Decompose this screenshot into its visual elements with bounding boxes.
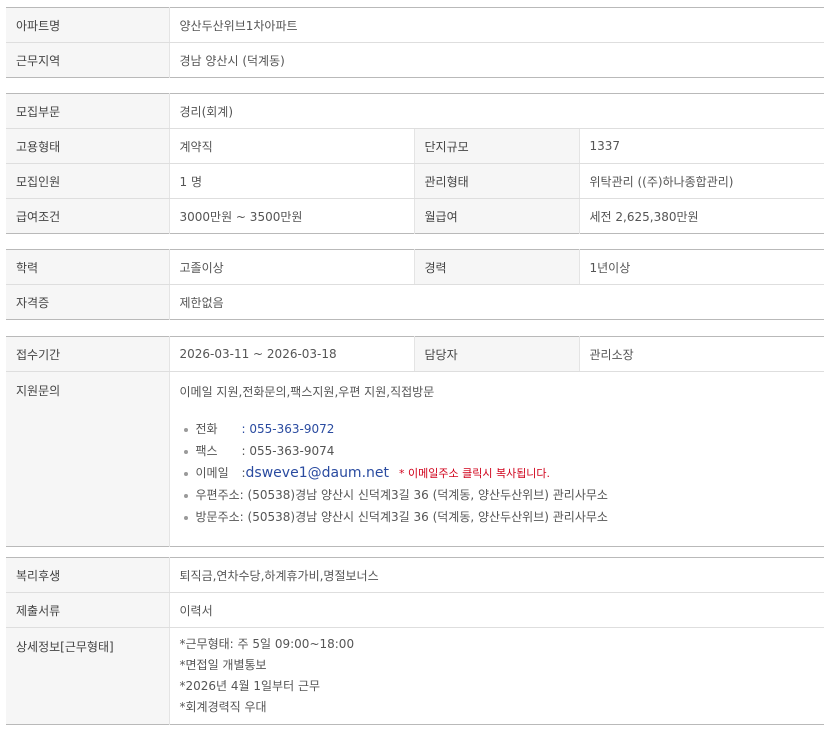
detail-value: *근무형태: 주 5일 09:00~18:00 *면접일 개별통보 *2026년… (169, 627, 824, 725)
employment-type-label: 고용형태 (6, 128, 170, 164)
application-period-label: 접수기간 (6, 336, 170, 372)
phone-number-link[interactable]: : 055-363-9072 (242, 422, 335, 436)
table-row: 모집인원 1 명 관리형태 위탁관리 ((주)하나종합관리) (6, 163, 824, 199)
experience-value: 1년이상 (579, 249, 824, 285)
visit-address-value: : (50538)경남 양산시 신덕계3길 36 (덕계동, 양산두산위브) 관… (239, 510, 608, 524)
department-value: 경리(회계) (169, 93, 824, 129)
management-type-value: 위탁관리 ((주)하나종합관리) (579, 163, 824, 199)
detail-label: 상세정보[근무형태] (6, 627, 170, 725)
employment-type-value: 계약직 (169, 128, 415, 164)
application-table: 접수기간 2026-03-11 ~ 2026-03-18 담당자 관리소장 지원… (6, 336, 824, 547)
list-item: 팩스 : 055-363-9074 (180, 440, 825, 462)
detail-line: *2026년 4월 1일부터 근무 (179, 679, 321, 693)
department-label: 모집부문 (6, 93, 170, 129)
fax-label: 팩스 (195, 444, 218, 458)
email-copy-note: * 이메일주소 클릭시 복사됩니다. (399, 467, 551, 480)
list-item: 방문주소: (50538)경남 양산시 신덕계3길 36 (덕계동, 양산두산위… (180, 506, 825, 528)
apartment-info-table: 아파트명 양산두산위브1차아파트 근무지역 경남 양산시 (덕계동) (6, 7, 824, 78)
contact-person-label: 담당자 (414, 336, 580, 372)
documents-value: 이력서 (169, 592, 824, 628)
table-row: 모집부문 경리(회계) (6, 93, 824, 129)
fax-number: : 055-363-9074 (241, 444, 335, 458)
bullet-icon (183, 494, 188, 498)
complex-scale-value: 1337 (579, 128, 824, 164)
management-type-label: 관리형태 (414, 163, 580, 199)
table-row: 접수기간 2026-03-11 ~ 2026-03-18 담당자 관리소장 (6, 336, 824, 372)
bullet-icon (183, 516, 188, 520)
table-row: 자격증 제한없음 (6, 284, 824, 320)
qualification-table: 학력 고졸이상 경력 1년이상 자격증 제한없음 (6, 249, 824, 320)
monthly-pay-value: 세전 2,625,380만원 (579, 198, 824, 234)
benefits-table: 복리후생 퇴직금,연차수당,하계휴가비,명절보너스 제출서류 이력서 상세정보[… (6, 557, 824, 725)
postal-address-label: 우편주소 (195, 488, 240, 502)
contact-person-value: 관리소장 (579, 336, 824, 372)
postal-address-value: : (50538)경남 양산시 신덕계3길 36 (덕계동, 양산두산위브) 관… (239, 488, 608, 502)
email-copy-link[interactable]: dsweve1@daum.net (246, 465, 389, 481)
complex-scale-label: 단지규모 (414, 128, 580, 164)
list-item: 이메일:dsweve1@daum.net * 이메일주소 클릭시 복사됩니다. (180, 462, 825, 484)
certificate-value: 제한없음 (169, 284, 824, 320)
job-posting-detail: 아파트명 양산두산위브1차아파트 근무지역 경남 양산시 (덕계동) 모집부문 … (0, 0, 835, 733)
apartment-name-label: 아파트명 (6, 7, 170, 43)
table-row: 고용형태 계약직 단지규모 1337 (6, 128, 824, 164)
welfare-label: 복리후생 (6, 557, 170, 593)
table-row: 학력 고졸이상 경력 1년이상 (6, 249, 824, 285)
bullet-icon (183, 450, 188, 454)
table-row: 상세정보[근무형태] *근무형태: 주 5일 09:00~18:00 *면접일 … (6, 627, 824, 725)
table-row: 지원문의 이메일 지원,전화문의,팩스지원,우편 지원,직접방문 전화 : 055… (6, 371, 825, 547)
detail-line: *면접일 개별통보 (179, 658, 267, 672)
education-value: 고졸이상 (169, 249, 415, 285)
recruitment-info-table: 모집부문 경리(회계) 고용형태 계약직 단지규모 1337 모집인원 1 명 … (6, 93, 824, 234)
phone-label: 전화 (195, 422, 218, 436)
work-region-value: 경남 양산시 (덕계동) (169, 42, 824, 78)
salary-value: 3000만원 ~ 3500만원 (169, 198, 415, 234)
certificate-label: 자격증 (6, 284, 170, 320)
documents-label: 제출서류 (6, 592, 170, 628)
education-label: 학력 (6, 249, 170, 285)
inquiry-cell: 이메일 지원,전화문의,팩스지원,우편 지원,직접방문 전화 : 055-363-… (169, 371, 825, 547)
headcount-label: 모집인원 (6, 163, 170, 199)
table-row: 제출서류 이력서 (6, 592, 824, 628)
application-period-value: 2026-03-11 ~ 2026-03-18 (169, 336, 415, 372)
inquiry-label: 지원문의 (6, 371, 170, 547)
list-item: 전화 : 055-363-9072 (180, 418, 825, 440)
inquiry-methods: 이메일 지원,전화문의,팩스지원,우편 지원,직접방문 (179, 385, 435, 399)
visit-address-label: 방문주소 (195, 510, 240, 524)
salary-label: 급여조건 (6, 198, 170, 234)
table-row: 아파트명 양산두산위브1차아파트 (6, 7, 824, 43)
detail-line: *근무형태: 주 5일 09:00~18:00 (179, 637, 355, 651)
work-region-label: 근무지역 (6, 42, 170, 78)
contact-list: 전화: 055-363-9072 팩스: 055-363-9074 이메일:ds… (180, 418, 825, 528)
table-row: 급여조건 3000만원 ~ 3500만원 월급여 세전 2,625,380만원 (6, 198, 824, 234)
headcount-value: 1 명 (169, 163, 415, 199)
email-label: 이메일 (195, 466, 229, 480)
bullet-icon (183, 472, 188, 476)
monthly-pay-label: 월급여 (414, 198, 580, 234)
detail-line: *회계경력직 우대 (179, 700, 267, 714)
bullet-icon (183, 428, 188, 432)
experience-label: 경력 (414, 249, 580, 285)
table-row: 복리후생 퇴직금,연차수당,하계휴가비,명절보너스 (6, 557, 824, 593)
apartment-name-value: 양산두산위브1차아파트 (169, 7, 824, 43)
welfare-value: 퇴직금,연차수당,하계휴가비,명절보너스 (169, 557, 824, 593)
table-row: 근무지역 경남 양산시 (덕계동) (6, 42, 824, 78)
list-item: 우편주소: (50538)경남 양산시 신덕계3길 36 (덕계동, 양산두산위… (180, 484, 825, 506)
